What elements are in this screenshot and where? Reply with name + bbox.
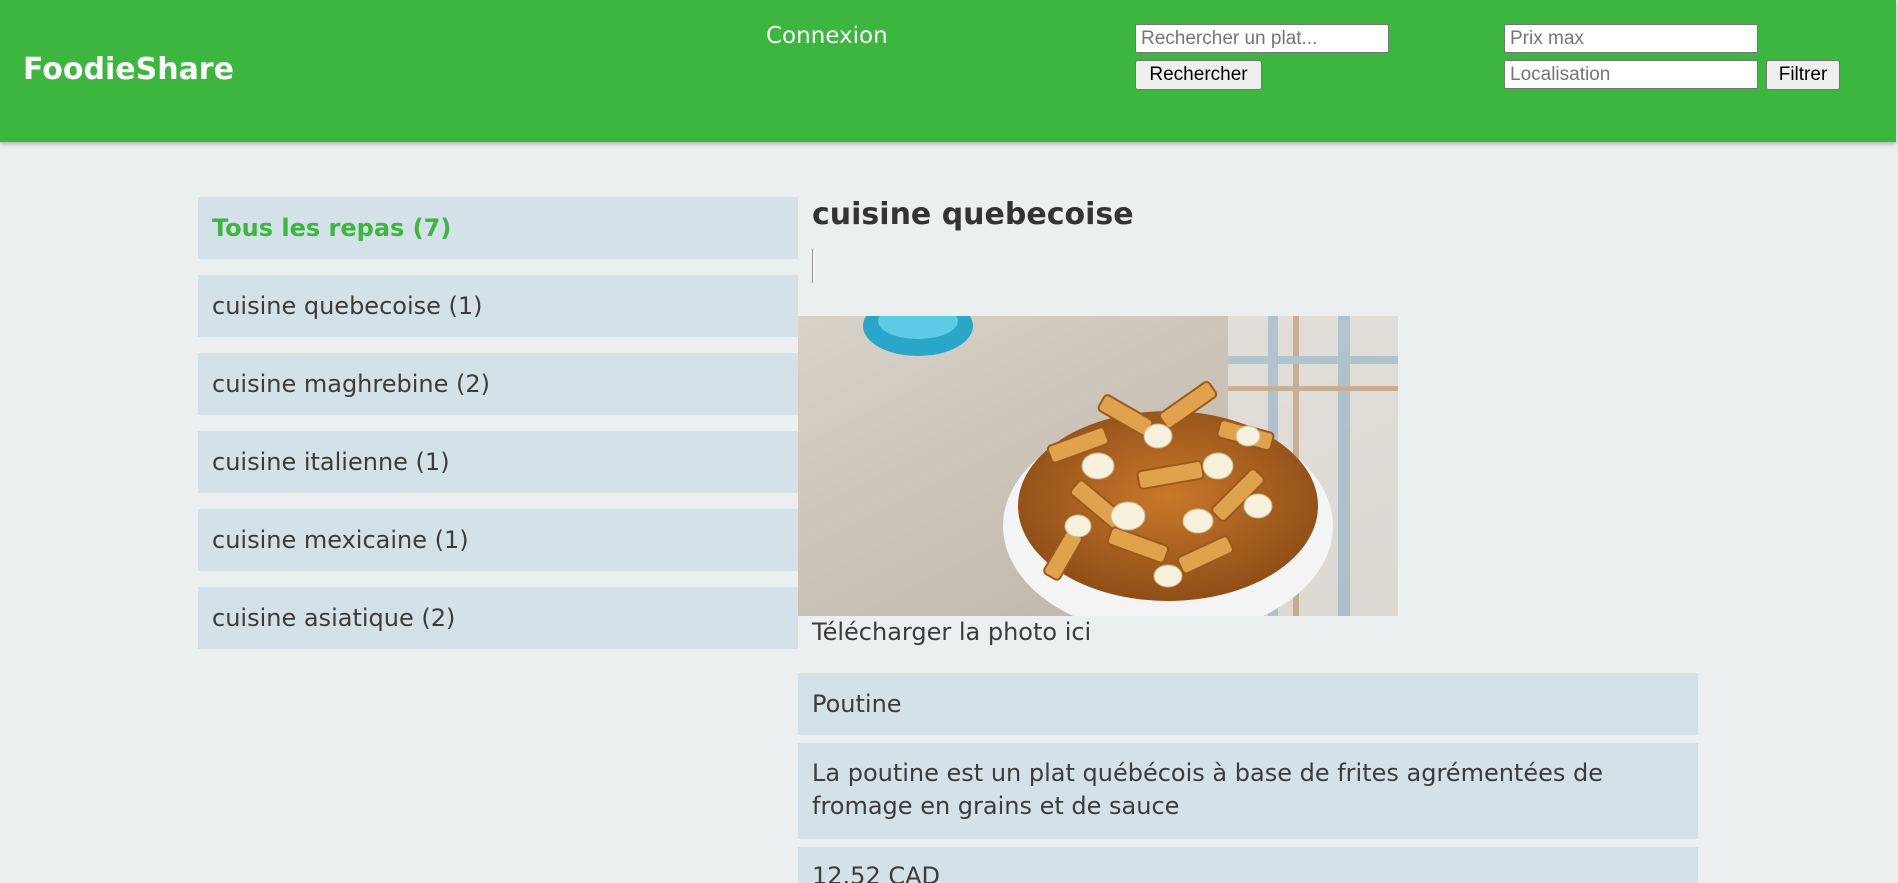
search-input[interactable] bbox=[1135, 24, 1389, 53]
location-input[interactable] bbox=[1504, 60, 1758, 89]
login-link[interactable]: Connexion bbox=[766, 23, 888, 49]
upload-photo-label[interactable]: Télécharger la photo ici bbox=[812, 618, 1091, 646]
category-item-maghrebine[interactable]: cuisine maghrebine (2) bbox=[198, 353, 798, 415]
search-button[interactable]: Rechercher bbox=[1135, 60, 1262, 90]
dish-price: 12.52 CAD bbox=[798, 847, 1698, 883]
filter-button[interactable]: Filtrer bbox=[1766, 60, 1840, 90]
brand-logo[interactable]: FoodieShare bbox=[23, 52, 234, 87]
max-price-input[interactable] bbox=[1504, 24, 1758, 53]
category-title: cuisine quebecoise bbox=[812, 197, 1134, 232]
category-item-italienne[interactable]: cuisine italienne (1) bbox=[198, 431, 798, 493]
category-item-quebecoise[interactable]: cuisine quebecoise (1) bbox=[198, 275, 798, 337]
category-item-all[interactable]: Tous les repas (7) bbox=[198, 197, 798, 259]
dish-name: Poutine bbox=[798, 673, 1698, 735]
dish-description: La poutine est un plat québécois à base … bbox=[798, 743, 1698, 839]
dish-photo bbox=[798, 316, 1398, 616]
text-cursor bbox=[812, 249, 815, 283]
category-list: Tous les repas (7) cuisine quebecoise (1… bbox=[198, 197, 798, 665]
category-item-mexicaine[interactable]: cuisine mexicaine (1) bbox=[198, 509, 798, 571]
category-item-asiatique[interactable]: cuisine asiatique (2) bbox=[198, 587, 798, 649]
header-bar: FoodieShare Connexion Rechercher Filtrer bbox=[0, 0, 1896, 142]
